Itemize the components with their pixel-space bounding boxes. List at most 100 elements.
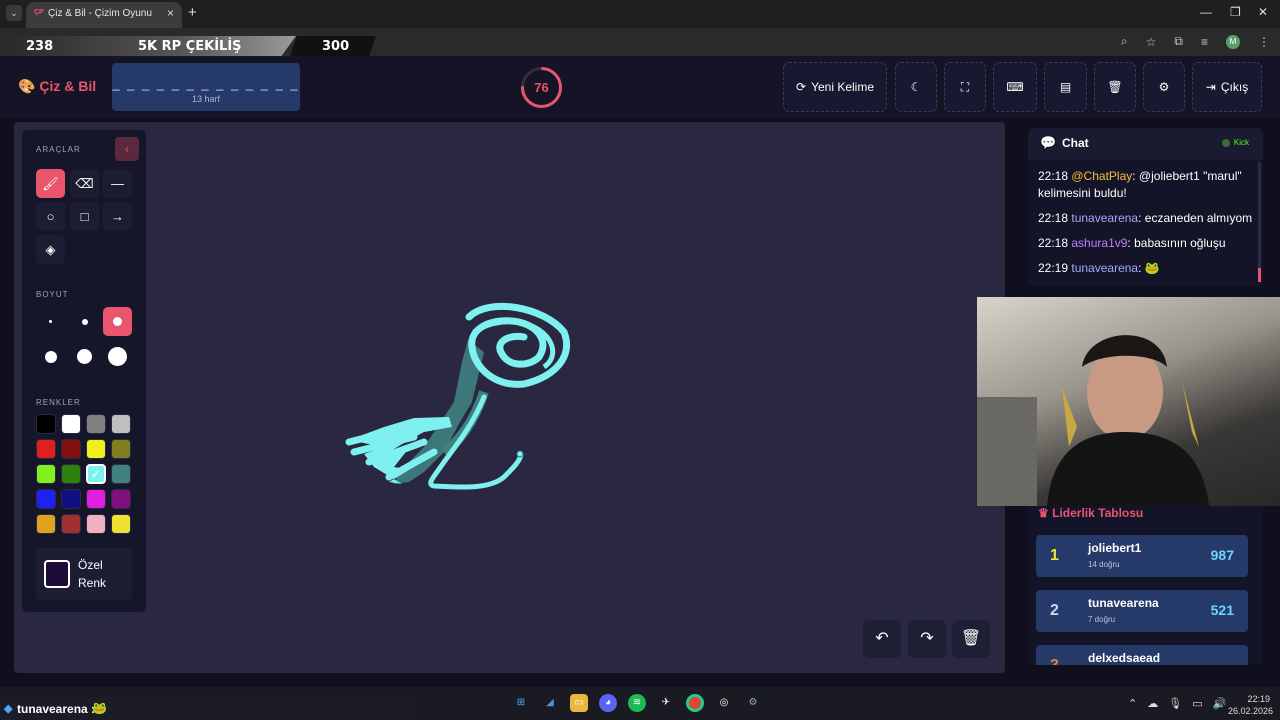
bookmark-star-icon[interactable]: ☆ xyxy=(1146,35,1157,49)
color-swatch[interactable] xyxy=(36,489,56,509)
app-icon-1[interactable]: ◢ xyxy=(541,694,559,712)
tab-title: Çiz & Bil - Çizim Oyunu xyxy=(48,8,152,19)
eraser-tool[interactable]: ⌫ xyxy=(70,169,99,198)
leaderboard-rank: 2 xyxy=(1050,602,1059,619)
chevron-left-icon: ‹ xyxy=(125,142,129,156)
chat-scrollbar[interactable] xyxy=(1258,162,1261,282)
color-swatch[interactable] xyxy=(86,489,106,509)
collapse-panel-button[interactable]: ‹ xyxy=(115,137,139,161)
color-swatch[interactable] xyxy=(61,489,81,509)
color-swatch[interactable] xyxy=(36,414,56,434)
chat-scroll-thumb[interactable] xyxy=(1258,268,1261,282)
undo-button[interactable]: ↶ xyxy=(863,620,901,658)
obs-icon[interactable]: ◎ xyxy=(715,694,733,712)
color-swatch[interactable]: ✓ xyxy=(86,464,106,484)
color-swatch[interactable] xyxy=(111,489,131,509)
tray-app-icon[interactable]: ☁ xyxy=(1147,697,1158,710)
chrome-icon[interactable] xyxy=(686,694,704,712)
steam-icon[interactable]: ✈ xyxy=(657,694,675,712)
rectangle-tool[interactable]: □ xyxy=(70,202,99,231)
kick-label: Kick xyxy=(1233,138,1249,147)
trash-button[interactable]: 🗑 xyxy=(1094,62,1136,112)
size-option-1[interactable] xyxy=(36,307,65,336)
color-swatch[interactable] xyxy=(111,514,131,534)
tray-chevron-icon[interactable]: ⌃ xyxy=(1128,697,1137,710)
color-swatch[interactable] xyxy=(61,439,81,459)
settings-app-icon[interactable]: ⚙ xyxy=(744,694,762,712)
app-logo[interactable]: 🎨 Çiz & Bil xyxy=(18,78,96,95)
chat-message-user[interactable]: tunavearena xyxy=(1071,211,1138,225)
settings-button[interactable]: ⚙ xyxy=(1143,62,1185,112)
new-tab-button[interactable]: + xyxy=(188,4,197,21)
volume-icon[interactable]: 🔊 xyxy=(1213,697,1227,710)
color-swatch[interactable] xyxy=(36,464,56,484)
color-swatch[interactable] xyxy=(86,439,106,459)
color-swatch[interactable] xyxy=(61,464,81,484)
custom-color-swatch[interactable] xyxy=(44,560,70,588)
color-swatch[interactable] xyxy=(36,439,56,459)
redo-icon: ↷ xyxy=(920,630,934,647)
keyboard-button[interactable]: ⌨ xyxy=(993,62,1037,112)
tools-section-label: ARAÇLAR xyxy=(36,145,81,154)
tab-close-icon[interactable]: × xyxy=(167,6,174,20)
leaderboard-name: tunavearena xyxy=(1088,596,1159,610)
custom-color-picker[interactable]: Özel Renk xyxy=(36,548,132,600)
chat-header: 💬 Chat Kick xyxy=(1028,128,1263,160)
fullscreen-button[interactable]: ⛶ xyxy=(944,62,986,112)
eraser-icon: ⌫ xyxy=(75,176,94,191)
drawing-canvas[interactable] xyxy=(14,122,1005,673)
size-option-6[interactable] xyxy=(103,342,132,371)
network-icon[interactable]: ▭ xyxy=(1192,697,1202,710)
brush-tool[interactable]: 🖌 xyxy=(36,169,65,198)
archive-button[interactable]: ▤ xyxy=(1044,62,1087,112)
redo-button[interactable]: ↷ xyxy=(908,620,946,658)
chat-message-user[interactable]: @ChatPlay xyxy=(1071,169,1132,183)
windows-start-icon[interactable]: ⊞ xyxy=(512,694,530,712)
browser-tab[interactable]: ÇP Çiz & Bil - Çizim Oyunu × xyxy=(26,2,182,28)
exit-label: Çıkış xyxy=(1220,80,1249,94)
check-icon: ✓ xyxy=(90,467,102,481)
circle-tool[interactable]: ○ xyxy=(36,202,65,231)
size-option-3[interactable] xyxy=(103,307,132,336)
size-option-2[interactable] xyxy=(70,307,99,336)
size-option-4[interactable] xyxy=(36,342,65,371)
new-word-button[interactable]: ⟳ Yeni Kelime xyxy=(783,62,887,112)
expand-icon: ⛶ xyxy=(960,79,970,94)
color-swatch[interactable] xyxy=(111,414,131,434)
drawing-strokes xyxy=(345,302,571,490)
extensions-icon[interactable]: ⧉ xyxy=(1174,34,1183,49)
chat-message-user[interactable]: tunavearena xyxy=(1071,261,1138,275)
color-swatch[interactable] xyxy=(86,414,106,434)
chat-message-user[interactable]: ashura1v9 xyxy=(1071,236,1127,250)
system-clock[interactable]: 22:19 26.02.2026 xyxy=(1228,693,1273,717)
profile-avatar[interactable]: M xyxy=(1226,34,1240,49)
keyboard-icon: ⌨ xyxy=(1006,80,1024,94)
color-swatch[interactable] xyxy=(86,514,106,534)
color-swatch[interactable] xyxy=(61,514,81,534)
maximize-icon[interactable]: ❐ xyxy=(1230,5,1241,19)
chat-bubbles-icon: 💬 xyxy=(1040,135,1057,150)
window-close-icon[interactable]: ✕ xyxy=(1258,5,1268,19)
color-swatch[interactable] xyxy=(111,464,131,484)
arrow-tool[interactable]: → xyxy=(103,202,132,231)
dark-mode-button[interactable]: ☾ xyxy=(895,62,937,112)
discord-icon[interactable]: ◕ xyxy=(599,694,617,712)
exit-button[interactable]: ⇥ Çıkış xyxy=(1192,62,1262,112)
square-icon: □ xyxy=(80,209,89,224)
browser-menu-icon[interactable]: ⋮ xyxy=(1258,35,1270,49)
size-option-5[interactable] xyxy=(70,342,99,371)
color-swatch[interactable] xyxy=(61,414,81,434)
color-swatch[interactable] xyxy=(36,514,56,534)
leaderboard-correct-count: 7 doğru xyxy=(1088,615,1116,624)
color-swatch[interactable] xyxy=(111,439,131,459)
tab-search-button[interactable]: ⌄ xyxy=(6,5,22,21)
spotify-icon[interactable]: ≋ xyxy=(628,694,646,712)
microphone-icon[interactable]: 🎙 xyxy=(1168,697,1182,710)
line-tool[interactable]: — xyxy=(103,169,132,198)
minimize-icon[interactable]: — xyxy=(1200,5,1212,19)
clear-canvas-button[interactable]: 🗑 xyxy=(952,620,990,658)
fill-tool[interactable]: ◈ xyxy=(36,235,65,264)
file-explorer-icon[interactable]: ▭ xyxy=(570,694,588,712)
reading-list-icon[interactable]: ≡ xyxy=(1201,35,1208,49)
zoom-icon[interactable]: ⌕ xyxy=(1121,34,1128,49)
